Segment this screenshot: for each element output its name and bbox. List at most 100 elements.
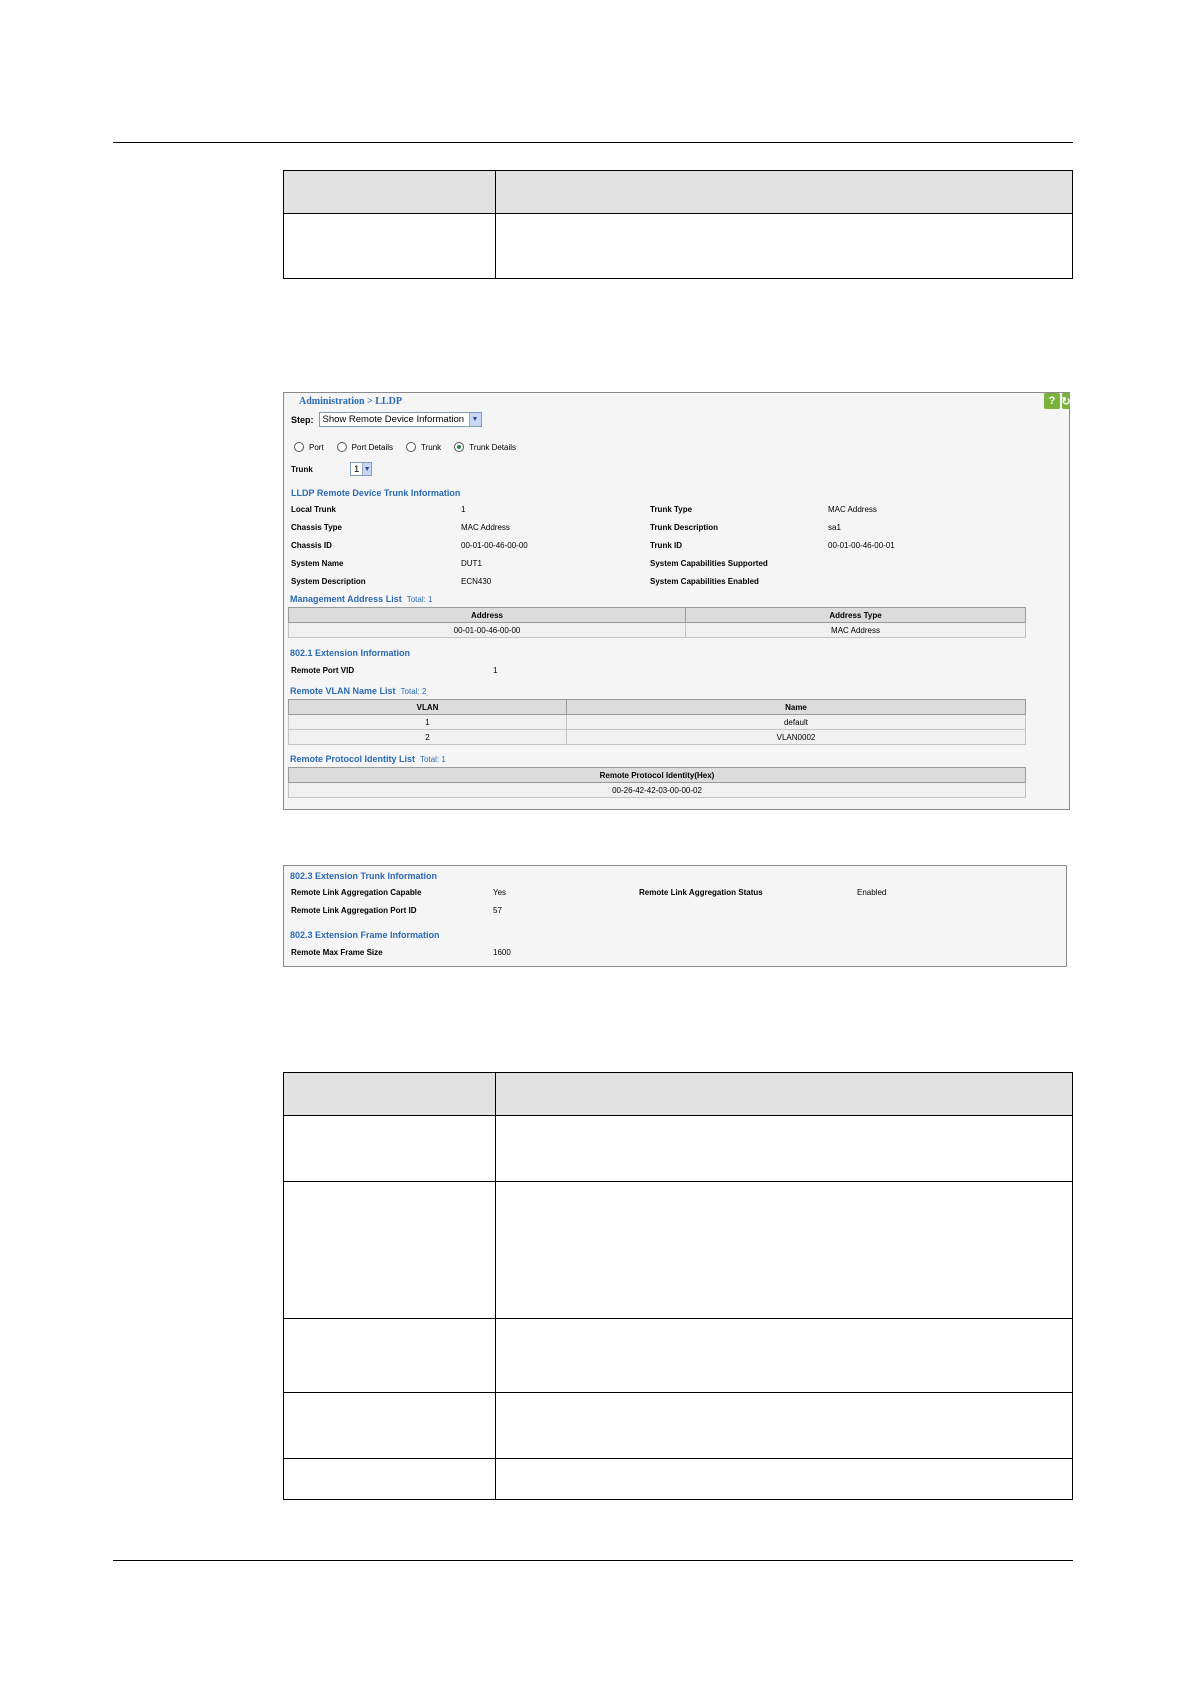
view-radio-group: Port Port Details Trunk Trunk Details bbox=[294, 442, 529, 452]
section-title-text: Remote VLAN Name List bbox=[290, 686, 396, 696]
ext-8023-panel: 802.3 Extension Trunk Information Remote… bbox=[283, 865, 1067, 967]
field-label: Remote Port VID bbox=[291, 666, 355, 675]
radio-trunk[interactable]: Trunk bbox=[406, 442, 441, 452]
table-cell: default bbox=[566, 714, 1026, 730]
table-header-cell bbox=[495, 1072, 1073, 1116]
field-value: MAC Address bbox=[461, 523, 510, 532]
field-label: Remote Link Aggregation Port ID bbox=[291, 906, 417, 915]
field-value: 1600 bbox=[493, 948, 511, 957]
trunk-label: Trunk bbox=[291, 465, 313, 474]
footer-rule bbox=[113, 1560, 1073, 1561]
table-cell bbox=[283, 1181, 496, 1319]
table-cell bbox=[495, 1181, 1073, 1319]
table-cell: 1 bbox=[288, 714, 567, 730]
section-title-frame-8023: 802.3 Extension Frame Information bbox=[290, 930, 440, 940]
radio-port[interactable]: Port bbox=[294, 442, 324, 452]
section-title-vlan-list: Remote VLAN Name List Total: 2 bbox=[290, 686, 426, 696]
column-header: VLAN bbox=[288, 699, 567, 715]
radio-icon bbox=[406, 442, 417, 452]
field-label: System Capabilities Supported bbox=[650, 559, 768, 568]
chevron-down-icon: ▼ bbox=[362, 463, 371, 475]
column-header: Address bbox=[288, 607, 686, 623]
table-row: 00-26-42-42-03-00-00-02 bbox=[288, 782, 1026, 798]
table-row: 00-01-00-46-00-00 MAC Address bbox=[288, 622, 1026, 638]
section-title-trunk-8023: 802.3 Extension Trunk Information bbox=[290, 871, 438, 881]
step-select[interactable]: Show Remote Device Information ▼ bbox=[318, 412, 482, 427]
chevron-down-icon: ▼ bbox=[468, 413, 481, 426]
field-value: 1 bbox=[461, 505, 466, 514]
radio-label: Port Details bbox=[351, 442, 394, 452]
table-cell: 00-01-00-46-00-00 bbox=[288, 622, 686, 638]
total-count: Total: 1 bbox=[406, 595, 433, 604]
radio-selected-icon bbox=[454, 442, 465, 452]
table-header-cell bbox=[495, 170, 1073, 214]
field-value: 00-01-00-46-00-01 bbox=[828, 541, 895, 550]
breadcrumb: Administration > LLDP bbox=[299, 396, 402, 407]
table-header-cell bbox=[283, 170, 496, 214]
column-header: Remote Protocol Identity(Hex) bbox=[288, 767, 1026, 783]
field-label: System Capabilities Enabled bbox=[650, 577, 759, 586]
table-cell bbox=[283, 1392, 496, 1459]
table-cell bbox=[283, 1458, 496, 1500]
section-title-text: Management Address List bbox=[290, 594, 402, 604]
help-icons: ? ↻ bbox=[1042, 393, 1071, 409]
field-label: Trunk Type bbox=[650, 505, 693, 514]
trunk-select-value: 1 bbox=[354, 463, 360, 475]
total-count: Total: 2 bbox=[400, 687, 427, 696]
field-value: DUT1 bbox=[461, 559, 482, 568]
field-label: Remote Max Frame Size bbox=[291, 948, 383, 957]
radio-label: Trunk bbox=[421, 442, 442, 452]
radio-label: Port bbox=[309, 442, 324, 452]
parameter-table-top bbox=[283, 170, 1073, 279]
field-value: 00-01-00-46-00-00 bbox=[461, 541, 528, 550]
field-label: Chassis ID bbox=[291, 541, 332, 550]
field-value: ECN430 bbox=[461, 577, 492, 586]
table-cell: MAC Address bbox=[685, 622, 1026, 638]
field-label: Trunk ID bbox=[650, 541, 683, 550]
field-label: System Description bbox=[291, 577, 366, 586]
refresh-icon[interactable]: ↻ bbox=[1061, 393, 1071, 409]
protocol-identity-table: Remote Protocol Identity(Hex) 00-26-42-4… bbox=[288, 767, 1026, 798]
table-cell bbox=[495, 1115, 1073, 1182]
mgmt-address-table: Address Address Type 00-01-00-46-00-00 MAC… bbox=[288, 607, 1026, 638]
section-title-mgmt-address: Management Address List Total: 1 bbox=[290, 594, 433, 604]
radio-icon bbox=[294, 442, 304, 452]
field-label: Remote Link Aggregation Capable bbox=[291, 888, 422, 897]
trunk-select[interactable]: 1 ▼ bbox=[350, 462, 372, 476]
table-cell bbox=[495, 213, 1073, 279]
column-header: Address Type bbox=[685, 607, 1026, 623]
table-cell bbox=[283, 213, 496, 279]
table-cell: 2 bbox=[288, 729, 567, 745]
step-select-value: Show Remote Device Information bbox=[322, 414, 465, 425]
field-value: sa1 bbox=[828, 523, 841, 532]
field-value: 57 bbox=[493, 906, 502, 915]
field-value: Yes bbox=[493, 888, 507, 897]
step-label: Step: bbox=[291, 414, 314, 425]
field-label: Remote Link Aggregation Status bbox=[639, 888, 763, 897]
field-label: Trunk Description bbox=[650, 523, 719, 532]
help-icon[interactable]: ? bbox=[1044, 393, 1060, 409]
section-title-protocol-list: Remote Protocol Identity List Total: 1 bbox=[290, 754, 446, 764]
total-count: Total: 1 bbox=[420, 755, 446, 764]
radio-trunk-details[interactable]: Trunk Details bbox=[454, 442, 516, 452]
table-row: 2 VLAN0002 bbox=[288, 729, 1026, 745]
table-cell bbox=[283, 1318, 496, 1393]
table-cell bbox=[495, 1318, 1073, 1393]
vlan-name-table: VLAN Name 1 default 2 VLAN0002 bbox=[288, 699, 1026, 745]
field-value: Enabled bbox=[857, 888, 887, 897]
step-row: Step: Show Remote Device Information ▼ bbox=[291, 412, 482, 427]
radio-label: Trunk Details bbox=[469, 442, 517, 452]
field-value: MAC Address bbox=[828, 505, 877, 514]
section-title-ext-8021: 802.1 Extension Information bbox=[290, 648, 411, 658]
table-cell: VLAN0002 bbox=[566, 729, 1026, 745]
table-cell bbox=[495, 1458, 1073, 1500]
table-header-cell bbox=[283, 1072, 496, 1116]
section-title-text: Remote Protocol Identity List bbox=[290, 754, 416, 764]
radio-port-details[interactable]: Port Details bbox=[336, 442, 394, 452]
field-label: Chassis Type bbox=[291, 523, 342, 532]
lldp-remote-trunk-panel: Administration > LLDP ? ↻ Step: Show Rem… bbox=[283, 392, 1071, 810]
header-rule bbox=[113, 142, 1073, 143]
radio-icon bbox=[336, 442, 347, 452]
field-value: 1 bbox=[493, 666, 498, 675]
table-cell bbox=[283, 1115, 496, 1182]
